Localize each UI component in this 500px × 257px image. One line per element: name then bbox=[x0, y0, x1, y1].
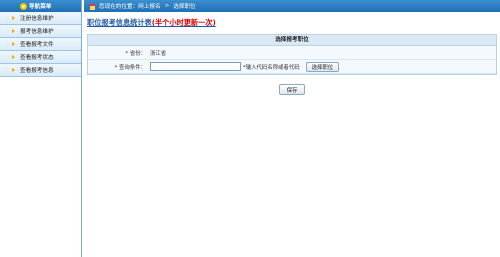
query-input[interactable] bbox=[150, 62, 241, 71]
sidebar-item-application-info[interactable]: 报考信息维护 bbox=[0, 25, 81, 38]
arrow-right-icon bbox=[12, 42, 15, 46]
select-position-button[interactable]: 选择职位 bbox=[305, 61, 340, 72]
sidebar-item-register-info[interactable]: 注册信息维护 bbox=[0, 12, 81, 25]
panel-header: 选择报考职位 bbox=[88, 35, 496, 46]
sidebar-item-label: 报考信息维护 bbox=[20, 29, 54, 35]
nav-list: 注册信息维护 报考信息维护 查看报考文件 查看报考状态 查看报考信息 bbox=[0, 12, 81, 77]
province-value: 浙江省 bbox=[150, 50, 167, 57]
sidebar: 导航菜单 注册信息维护 报考信息维护 查看报考文件 查看报考状态 查看报考信息 bbox=[0, 0, 82, 257]
page-title[interactable]: 职位报考信息统计表(半个小时更新一次) bbox=[87, 18, 497, 28]
save-button[interactable]: 保存 bbox=[278, 84, 306, 95]
sidebar-item-application-files[interactable]: 查看报考文件 bbox=[0, 38, 81, 51]
sidebar-item-label: 查看报考信息 bbox=[20, 68, 54, 74]
breadcrumb-prefix: 您现在的位置： bbox=[99, 4, 139, 10]
page-title-note: (半个小时更新一次) bbox=[151, 18, 216, 27]
save-area: 保存 bbox=[87, 84, 497, 95]
query-label: * 查询条件： bbox=[114, 64, 146, 71]
province-label: * 省份： bbox=[125, 50, 146, 57]
nav-header-label: 导航菜单 bbox=[29, 4, 52, 10]
breadcrumb-link-online-registration[interactable]: 网上报名 bbox=[138, 2, 160, 10]
arrow-right-icon bbox=[12, 29, 15, 33]
main-content: 职位报考信息统计表(半个小时更新一次) 选择报考职位 * 省份： 浙江省 * 查… bbox=[87, 18, 497, 95]
star-icon bbox=[20, 2, 27, 10]
province-row: * 省份： 浙江省 bbox=[88, 46, 496, 60]
sidebar-item-application-status[interactable]: 查看报考状态 bbox=[0, 51, 81, 64]
select-position-panel: 选择报考职位 * 省份： 浙江省 * 查询条件： *输入代码名称或者代码 选择职… bbox=[87, 34, 497, 75]
home-icon bbox=[88, 2, 96, 10]
sidebar-item-label: 注册信息维护 bbox=[20, 16, 54, 22]
query-hint: *输入代码名称或者代码 bbox=[243, 64, 300, 71]
sidebar-item-view-application[interactable]: 查看报考信息 bbox=[0, 64, 81, 77]
breadcrumb-current: 选择职位 bbox=[173, 4, 196, 10]
breadcrumb: 您现在的位置： 网上报名 > 选择职位 bbox=[84, 0, 500, 12]
arrow-right-icon bbox=[12, 16, 15, 20]
nav-header: 导航菜单 bbox=[0, 0, 81, 12]
arrow-right-icon bbox=[12, 68, 15, 72]
sidebar-item-label: 查看报考文件 bbox=[20, 42, 54, 48]
arrow-right-icon bbox=[12, 55, 15, 59]
page-title-text: 职位报考信息统计表 bbox=[87, 18, 152, 27]
sidebar-item-label: 查看报考状态 bbox=[20, 55, 54, 61]
query-row: * 查询条件： *输入代码名称或者代码 选择职位 bbox=[88, 60, 496, 74]
breadcrumb-separator: > bbox=[164, 3, 170, 9]
